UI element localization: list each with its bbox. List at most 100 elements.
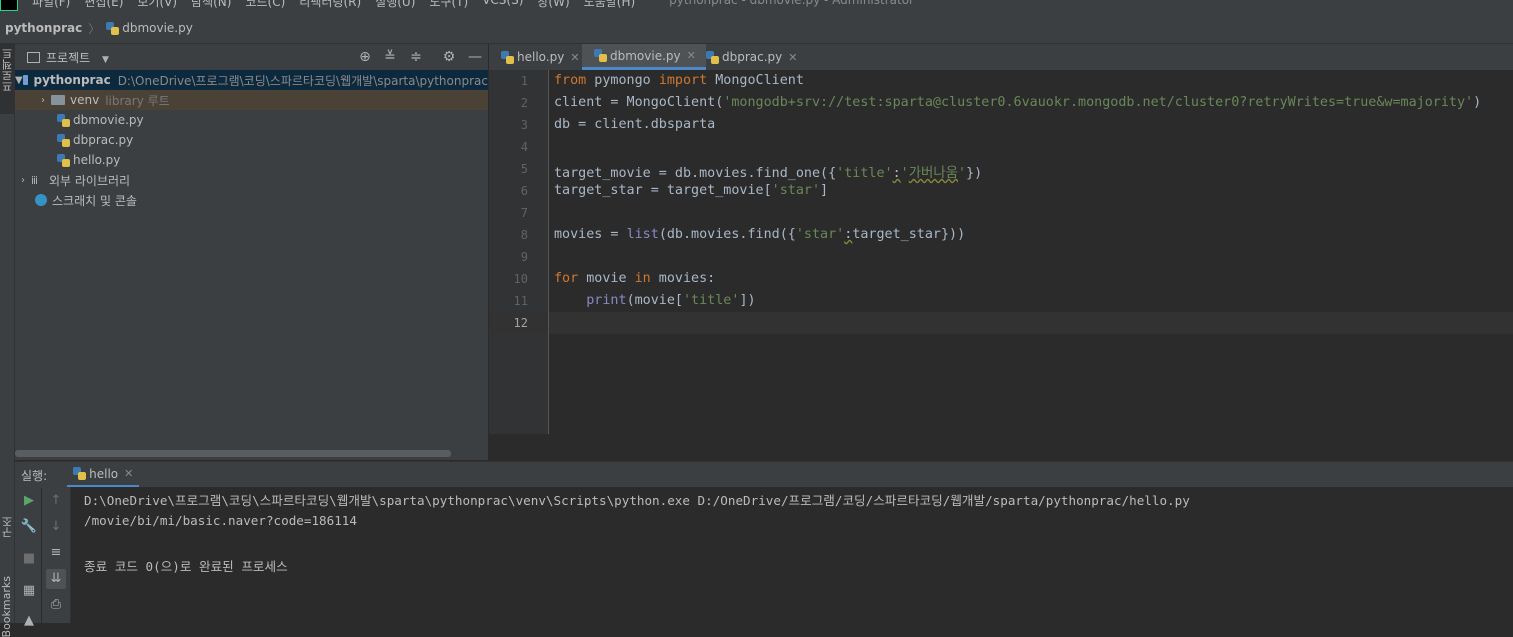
menu-window[interactable]: 창(W): [537, 0, 569, 11]
run-panel-header: 실행: hello ✕: [15, 461, 1513, 488]
menu-help[interactable]: 도움말(H): [584, 0, 636, 11]
tab-dbmovie[interactable]: dbmovie.py ✕: [582, 44, 706, 70]
python-file-icon: [706, 50, 719, 64]
line-number: 3: [520, 118, 528, 132]
tree-item-file[interactable]: hello.py: [15, 150, 488, 170]
tree-item-scratches[interactable]: 스크래치 및 콘솔: [15, 190, 488, 210]
bookmarks-tool-button[interactable]: Bookmarks: [0, 576, 14, 637]
venv-hint: library 루트: [105, 93, 170, 108]
structure-tool-button[interactable]: 구조: [0, 516, 14, 538]
wrench-icon[interactable]: 🔧: [19, 517, 39, 537]
run-tab-label: hello: [89, 466, 119, 481]
code-line: from pymongo import MongoClient: [554, 73, 804, 88]
code-line: for movie in movies:: [554, 271, 716, 286]
line-number: 1: [520, 74, 528, 88]
line-number: 6: [520, 184, 528, 198]
tab-hello[interactable]: hello.py ✕: [489, 44, 590, 70]
collapse-all-icon[interactable]: ≑: [407, 48, 425, 66]
python-file-icon: [73, 467, 87, 480]
project-view-selector[interactable]: 프로젝트 ▼: [27, 49, 109, 66]
tree-item-external-libraries[interactable]: › ⅲ 외부 라이브러리: [15, 170, 488, 190]
left-tool-stripe: 프로젝트 구조 Bookmarks: [0, 44, 15, 637]
close-icon[interactable]: ✕: [788, 51, 797, 64]
line-number: 2: [520, 96, 528, 110]
soft-wrap-icon[interactable]: ≡: [46, 543, 66, 563]
code-line: movies = list(db.movies.find({'star':tar…: [554, 227, 966, 242]
console-output[interactable]: D:\OneDrive\프로그램\코딩\스파르타코딩\웹개발\sparta\py…: [71, 487, 1513, 623]
tab-dbprac[interactable]: dbprac.py ✕: [694, 44, 808, 70]
menu-navigate[interactable]: 탐색(N): [191, 0, 231, 11]
chevron-down-icon: ▼: [15, 74, 23, 86]
rerun-icon[interactable]: ▶: [19, 491, 39, 511]
tree-item-root[interactable]: ▼ pythonprac D:\OneDrive\프로그램\코딩\스파르타코딩\…: [15, 70, 488, 90]
tree-item-file[interactable]: dbmovie.py: [15, 110, 488, 130]
menu-refactor[interactable]: 리팩터링(R): [299, 0, 361, 11]
venv-name: venv: [70, 93, 100, 107]
line-number: 8: [520, 228, 528, 242]
horizontal-scrollbar[interactable]: [15, 450, 451, 457]
run-toolbar-secondary: ↑ ↓ ≡ ⇊ ⎙: [42, 487, 71, 623]
tree-item-file[interactable]: dbprac.py: [15, 130, 488, 150]
folder-icon: [22, 75, 29, 85]
console-line: 종료 코드 0(으)로 완료된 프로세스: [84, 559, 288, 574]
layout-icon[interactable]: ▦: [19, 581, 39, 601]
tree-item-venv[interactable]: › venv library 루트: [15, 90, 488, 110]
hide-panel-icon[interactable]: —: [466, 48, 484, 66]
print-icon[interactable]: ⎙: [46, 595, 66, 615]
arrow-up-icon[interactable]: ↑: [46, 491, 66, 511]
run-toolbar-primary: ▶ 🔧 ■ ▦ ▲: [15, 487, 41, 628]
locate-file-icon[interactable]: ⊕: [356, 48, 374, 66]
file-name: dbmovie.py: [73, 113, 144, 127]
menu-run[interactable]: 실행(U): [375, 0, 415, 11]
line-number: 7: [520, 206, 528, 220]
python-file-icon: [594, 49, 607, 62]
line-number: 4: [520, 140, 528, 154]
close-icon[interactable]: ✕: [124, 467, 133, 480]
scroll-to-end-icon[interactable]: ⇊: [46, 569, 66, 589]
python-file-icon: [106, 21, 120, 35]
run-tab-hello[interactable]: hello ✕: [67, 462, 140, 488]
breadcrumb-project[interactable]: pythonprac: [5, 21, 82, 35]
code-line: client = MongoClient('mongodb+srv://test…: [554, 95, 1482, 110]
menu-tools[interactable]: 도구(T): [429, 0, 468, 11]
root-path: D:\OneDrive\프로그램\코딩\스파르타코딩\웹개발\sparta\py…: [117, 73, 488, 88]
code-line: print(movie['title']): [586, 293, 756, 308]
window-title: pythonprac - dbmovie.py - Administrator: [669, 0, 914, 7]
pin-icon[interactable]: ▲: [19, 611, 39, 631]
close-icon[interactable]: ✕: [570, 51, 579, 64]
code-line: target_movie = db.movies.find_one({'titl…: [554, 166, 983, 181]
python-file-icon: [57, 153, 70, 167]
python-file-icon: [57, 113, 70, 127]
arrow-down-icon[interactable]: ↓: [46, 517, 66, 537]
scratches-icon: [35, 194, 47, 206]
project-view-icon: [27, 51, 40, 63]
tab-label: dbmovie.py: [610, 48, 681, 63]
menu-bar: 파일(F) 편집(E) 보기(V) 탐색(N) 코드(C) 리팩터링(R) 실행…: [0, 0, 1513, 13]
project-panel: 프로젝트 ▼ ⊕ ≚ ≑ ⚙ — ▼ pythonprac D:\OneDriv…: [15, 44, 489, 460]
expand-all-icon[interactable]: ≚: [381, 48, 399, 66]
breadcrumb-file[interactable]: dbmovie.py: [122, 21, 193, 35]
code-editor[interactable]: from pymongo import MongoClient client =…: [549, 70, 1513, 434]
line-number: 9: [520, 250, 528, 264]
gear-icon[interactable]: ⚙: [440, 48, 458, 66]
editor-tab-bar: hello.py ✕ dbmovie.py ✕ dbprac.py ✕: [489, 44, 1513, 71]
breadcrumb: pythonprac 〉 dbmovie.py: [0, 13, 1513, 44]
external-libs-label: 외부 라이브러리: [49, 173, 131, 188]
pycharm-logo-icon: [0, 0, 18, 11]
menu-code[interactable]: 코드(C): [245, 0, 285, 11]
tab-label: hello.py: [517, 50, 565, 64]
code-line: db = client.dbsparta: [554, 117, 716, 132]
stop-icon[interactable]: ■: [19, 549, 39, 569]
project-tool-button[interactable]: 프로젝트: [0, 44, 14, 114]
menu-view[interactable]: 보기(V): [137, 0, 177, 11]
breadcrumb-separator-icon: 〉: [88, 21, 101, 36]
menu-vcs[interactable]: VCS(S): [482, 0, 523, 11]
python-file-icon: [57, 133, 70, 147]
menu-edit[interactable]: 편집(E): [84, 0, 123, 11]
run-label: 실행:: [21, 468, 48, 483]
menu-file[interactable]: 파일(F): [32, 0, 70, 11]
line-number-current: 12: [513, 316, 528, 330]
editor-bottom-area: [489, 434, 1513, 460]
tab-label: dbprac.py: [722, 50, 783, 64]
file-name: hello.py: [73, 153, 121, 167]
